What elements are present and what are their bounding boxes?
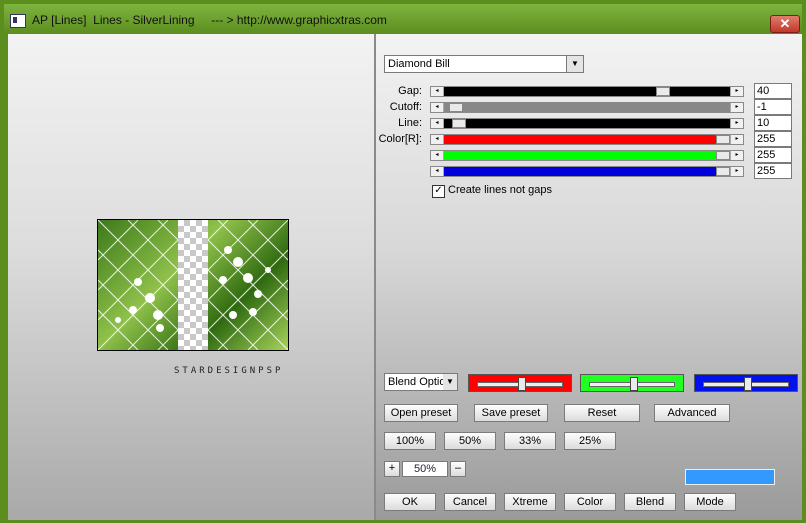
chevron-down-icon[interactable]: ▼	[566, 56, 583, 72]
slider-fill	[444, 167, 730, 176]
blend-color-slider[interactable]	[580, 374, 684, 392]
slider-label: Gap:	[398, 85, 422, 97]
open-preset-button[interactable]: Open preset	[384, 404, 458, 422]
ok-button[interactable]: OK	[384, 493, 436, 511]
blend-slider-thumb[interactable]	[744, 377, 752, 391]
save-preset-button[interactable]: Save preset	[474, 404, 548, 422]
slider-thumb[interactable]	[716, 167, 730, 176]
advanced-button[interactable]: Advanced	[654, 404, 730, 422]
close-button[interactable]: ✕	[770, 15, 800, 33]
slider-label: Line:	[398, 117, 422, 129]
slider-thumb[interactable]	[452, 119, 466, 128]
arrow-right-icon[interactable]: ▸	[730, 135, 743, 144]
create-lines-checkbox[interactable]: ✓	[432, 185, 445, 198]
slider-track[interactable]: ◂ ▸	[430, 118, 744, 129]
slider-fill	[444, 103, 730, 112]
slider-label: Color[R]:	[378, 133, 422, 145]
preview-pane: STARDESIGNPSP	[8, 34, 374, 520]
slider-track[interactable]: ◂ ▸	[430, 86, 744, 97]
slider-fill	[444, 87, 730, 96]
preset-dropdown-value: Diamond Bill	[388, 58, 450, 70]
zoom-50-button[interactable]: 50%	[444, 432, 496, 450]
zoom-25-button[interactable]: 25%	[564, 432, 616, 450]
create-lines-label: Create lines not gaps	[448, 184, 552, 196]
controls-pane: Diamond Bill ▼ ✓ Create lines not gaps B…	[376, 34, 802, 520]
slider-value-field[interactable]: -1	[754, 99, 792, 115]
slider-value-field[interactable]: 255	[754, 163, 792, 179]
slider-fill	[444, 119, 730, 128]
preset-dropdown[interactable]: Diamond Bill ▼	[384, 55, 584, 73]
arrow-left-icon[interactable]: ◂	[431, 119, 444, 128]
slider-fill	[444, 151, 730, 160]
title-bar[interactable]: AP [Lines] Lines - SilverLining --- > ht…	[4, 4, 802, 34]
slider-track[interactable]: ◂ ▸	[430, 102, 744, 113]
color-swatch[interactable]	[685, 469, 775, 485]
slider-value-field[interactable]: 10	[754, 115, 792, 131]
xtreme-button[interactable]: Xtreme	[504, 493, 556, 511]
zoom-level-field[interactable]: 50%	[402, 461, 448, 477]
slider-track[interactable]: ◂ ▸	[430, 166, 744, 177]
watermark-text: STARDESIGNPSP	[174, 366, 284, 376]
slider-fill	[444, 135, 730, 144]
slider-thumb[interactable]	[716, 135, 730, 144]
zoom-33-button[interactable]: 33%	[504, 432, 556, 450]
app-icon	[10, 14, 26, 28]
plugin-window: AP [Lines] Lines - SilverLining --- > ht…	[0, 0, 806, 523]
slider-value-field[interactable]: 255	[754, 131, 792, 147]
slider-track[interactable]: ◂ ▸	[430, 134, 744, 145]
slider-label: Cutoff:	[389, 101, 422, 113]
arrow-left-icon[interactable]: ◂	[431, 87, 444, 96]
zoom-in-button[interactable]: +	[384, 461, 400, 477]
arrow-right-icon[interactable]: ▸	[730, 151, 743, 160]
slider-thumb[interactable]	[656, 87, 670, 96]
transparent-gap	[178, 220, 208, 350]
arrow-left-icon[interactable]: ◂	[431, 135, 444, 144]
blend-color-slider[interactable]	[468, 374, 572, 392]
arrow-right-icon[interactable]: ▸	[730, 119, 743, 128]
reset-button[interactable]: Reset	[564, 404, 640, 422]
preview-image[interactable]	[97, 219, 289, 351]
color-button[interactable]: Color	[564, 493, 616, 511]
arrow-right-icon[interactable]: ▸	[730, 87, 743, 96]
arrow-left-icon[interactable]: ◂	[431, 151, 444, 160]
blend-color-slider[interactable]	[694, 374, 798, 392]
blend-options-dropdown[interactable]: Blend Optio ▼	[384, 373, 458, 391]
zoom-100-button[interactable]: 100%	[384, 432, 436, 450]
chevron-down-icon[interactable]: ▼	[443, 374, 457, 390]
slider-thumb[interactable]	[449, 103, 463, 112]
slider-thumb[interactable]	[716, 151, 730, 160]
blend-button[interactable]: Blend	[624, 493, 676, 511]
zoom-out-button[interactable]: –	[450, 461, 466, 477]
cancel-button[interactable]: Cancel	[444, 493, 496, 511]
mode-button[interactable]: Mode	[684, 493, 736, 511]
window-title: AP [Lines] Lines - SilverLining --- > ht…	[32, 13, 387, 27]
blend-slider-thumb[interactable]	[518, 377, 526, 391]
blend-options-value: Blend Optio	[388, 376, 444, 388]
slider-track[interactable]: ◂ ▸	[430, 150, 744, 161]
blend-slider-thumb[interactable]	[630, 377, 638, 391]
arrow-left-icon[interactable]: ◂	[431, 167, 444, 176]
arrow-right-icon[interactable]: ▸	[730, 167, 743, 176]
arrow-right-icon[interactable]: ▸	[730, 103, 743, 112]
arrow-left-icon[interactable]: ◂	[431, 103, 444, 112]
slider-value-field[interactable]: 40	[754, 83, 792, 99]
slider-value-field[interactable]: 255	[754, 147, 792, 163]
